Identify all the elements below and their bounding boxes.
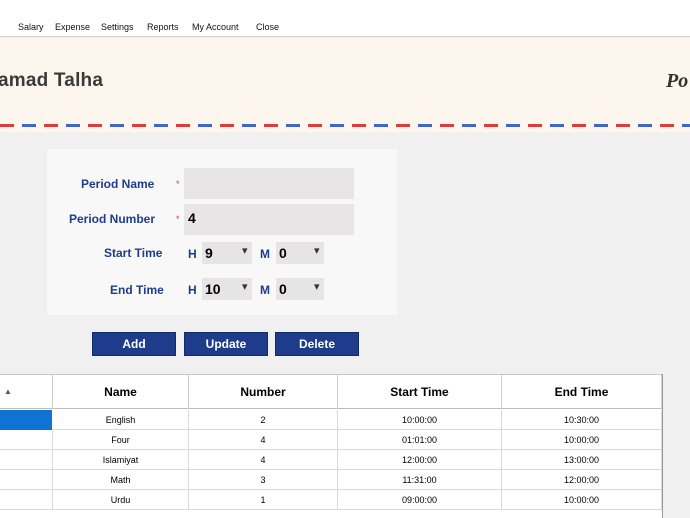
table-row[interactable]: English 2 10:00:00 10:30:00 — [0, 410, 662, 430]
table-header: ▲ Name Number Start Time End Time — [0, 375, 662, 409]
table-row[interactable]: Urdu 1 09:00:00 10:00:00 — [0, 490, 662, 510]
cell-start-time: 11:31:00 — [338, 470, 502, 490]
end-hour-value: 10 — [205, 281, 221, 297]
cell-end-time: 10:00:00 — [502, 430, 662, 450]
period-number-input[interactable]: 4 — [184, 204, 354, 235]
column-header-end-time[interactable]: End Time — [502, 375, 662, 409]
period-number-label: Period Number — [69, 212, 156, 226]
cell-name: English — [53, 410, 189, 430]
cell-name: Islamiyat — [53, 450, 189, 470]
end-minute-value: 0 — [279, 281, 287, 297]
add-button[interactable]: Add — [92, 332, 176, 356]
row-selector[interactable] — [0, 490, 53, 510]
menu-reports[interactable]: Reports — [147, 22, 179, 32]
end-minute-label: M — [260, 283, 270, 297]
end-time-label: End Time — [110, 283, 164, 297]
cell-end-time: 13:00:00 — [502, 450, 662, 470]
airmail-stripe — [0, 124, 690, 127]
column-header-start-time[interactable]: Start Time — [338, 375, 502, 409]
chevron-down-icon[interactable]: ▾ — [314, 280, 320, 293]
header-logo-text: Po — [666, 70, 689, 92]
start-minute-value: 0 — [279, 245, 287, 261]
end-hour-spinner[interactable]: 10 ▾ — [202, 278, 252, 300]
user-name: amad Talha — [0, 70, 104, 91]
period-name-label: Period Name — [81, 177, 155, 191]
cell-number: 4 — [189, 450, 338, 470]
menu-salary[interactable]: Salary — [18, 22, 44, 32]
sort-arrow-icon: ▲ — [4, 387, 12, 396]
period-form: Period Name * Period Number * 4 Start Ti… — [47, 149, 397, 315]
cell-end-time: 10:00:00 — [502, 490, 662, 510]
cell-name: Math — [53, 470, 189, 490]
column-header-number[interactable]: Number — [189, 375, 338, 409]
cell-number: 4 — [189, 430, 338, 450]
cell-name: Four — [53, 430, 189, 450]
row-selector[interactable] — [0, 470, 53, 490]
menu-expense[interactable]: Expense — [55, 22, 90, 32]
periods-table: ▲ Name Number Start Time End Time Englis… — [0, 374, 662, 518]
chevron-down-icon[interactable]: ▾ — [242, 244, 248, 257]
header-banner: amad Talha Po — [0, 38, 690, 132]
start-minute-spinner[interactable]: 0 ▾ — [276, 242, 324, 264]
table-empty-area — [662, 374, 690, 518]
cell-start-time: 01:01:00 — [338, 430, 502, 450]
menu-settings[interactable]: Settings — [101, 22, 134, 32]
title-bar — [0, 0, 690, 18]
end-minute-spinner[interactable]: 0 ▾ — [276, 278, 324, 300]
chevron-down-icon[interactable]: ▾ — [242, 280, 248, 293]
table-row[interactable]: Islamiyat 4 12:00:00 13:00:00 — [0, 450, 662, 470]
table-row[interactable]: Four 4 01:01:00 10:00:00 — [0, 430, 662, 450]
cell-number: 3 — [189, 470, 338, 490]
required-mark: * — [176, 214, 180, 224]
chevron-down-icon[interactable]: ▾ — [314, 244, 320, 257]
start-hour-label: H — [188, 247, 197, 261]
cell-start-time: 09:00:00 — [338, 490, 502, 510]
row-selector[interactable] — [0, 430, 53, 450]
row-header-column[interactable]: ▲ — [0, 375, 53, 409]
cell-number: 1 — [189, 490, 338, 510]
required-mark: * — [176, 179, 180, 189]
table-row[interactable]: Math 3 11:31:00 12:00:00 — [0, 470, 662, 490]
cell-end-time: 12:00:00 — [502, 470, 662, 490]
start-hour-value: 9 — [205, 245, 213, 261]
menu-bar: Salary Expense Settings Reports My Accou… — [0, 18, 690, 37]
start-time-label: Start Time — [104, 246, 163, 260]
cell-name: Urdu — [53, 490, 189, 510]
row-selector[interactable] — [0, 410, 52, 430]
menu-my-account[interactable]: My Account — [192, 22, 239, 32]
cell-start-time: 10:00:00 — [338, 410, 502, 430]
end-hour-label: H — [188, 283, 197, 297]
start-hour-spinner[interactable]: 9 ▾ — [202, 242, 252, 264]
delete-button[interactable]: Delete — [275, 332, 359, 356]
start-minute-label: M — [260, 247, 270, 261]
column-header-name[interactable]: Name — [53, 375, 189, 409]
row-selector[interactable] — [0, 450, 53, 470]
period-name-input[interactable] — [184, 168, 354, 199]
cell-number: 2 — [189, 410, 338, 430]
menu-close[interactable]: Close — [256, 22, 279, 32]
update-button[interactable]: Update — [184, 332, 268, 356]
cell-end-time: 10:30:00 — [502, 410, 662, 430]
cell-start-time: 12:00:00 — [338, 450, 502, 470]
